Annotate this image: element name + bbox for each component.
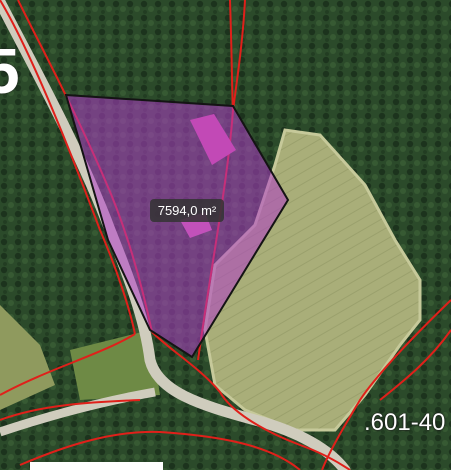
aerial-map[interactable]: 5 7594,0 m² .601-40 bbox=[0, 0, 451, 470]
parcel-id-label: .601-40 bbox=[364, 409, 446, 436]
map-canvas[interactable] bbox=[0, 0, 451, 470]
bottom-panel-edge bbox=[30, 462, 163, 470]
area-measurement-label: 7594,0 m² bbox=[150, 199, 224, 222]
corner-label: 5 bbox=[0, 35, 20, 107]
